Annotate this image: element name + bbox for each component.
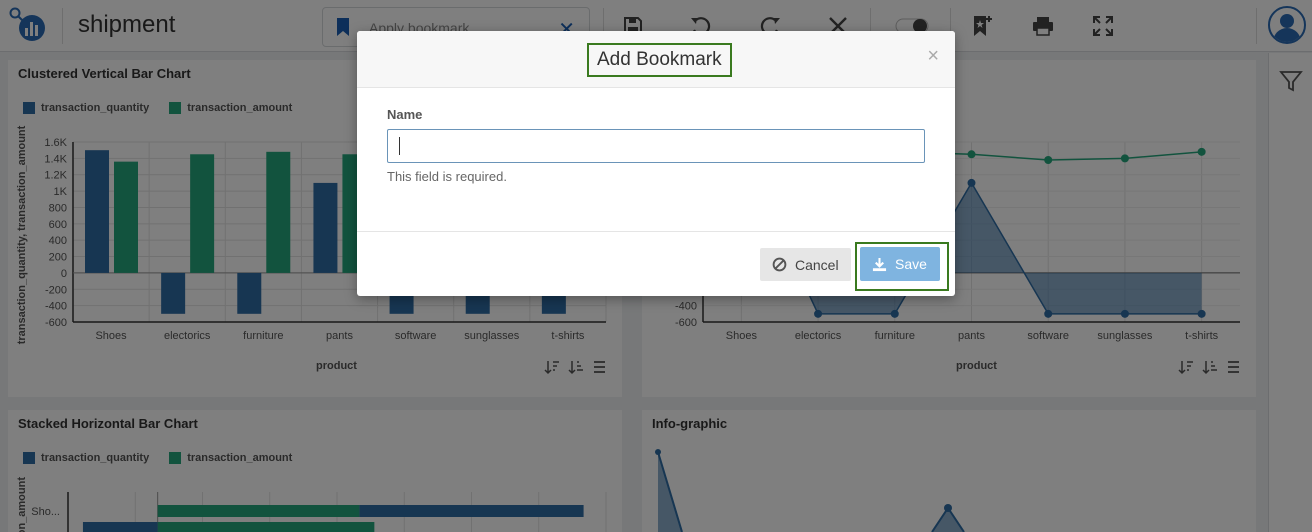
bookmark-name-input[interactable] [387, 129, 925, 163]
cancel-button[interactable]: Cancel [760, 248, 851, 281]
text-caret [399, 137, 400, 155]
add-bookmark-dialog: Add Bookmark × Name This field is requir… [357, 31, 955, 296]
close-icon[interactable]: × [927, 45, 939, 68]
save-label: Save [895, 256, 927, 272]
required-hint: This field is required. [387, 169, 507, 184]
dialog-footer-divider [357, 231, 955, 232]
cancel-label: Cancel [795, 256, 839, 273]
cancel-icon [772, 257, 787, 272]
dialog-title: Add Bookmark [587, 43, 732, 77]
name-label: Name [387, 107, 423, 122]
download-icon [872, 257, 887, 271]
dialog-header: Add Bookmark × [357, 31, 955, 88]
save-button[interactable]: Save [860, 247, 940, 281]
app-root: shipment Apply bookmark ✕ [0, 0, 1312, 532]
